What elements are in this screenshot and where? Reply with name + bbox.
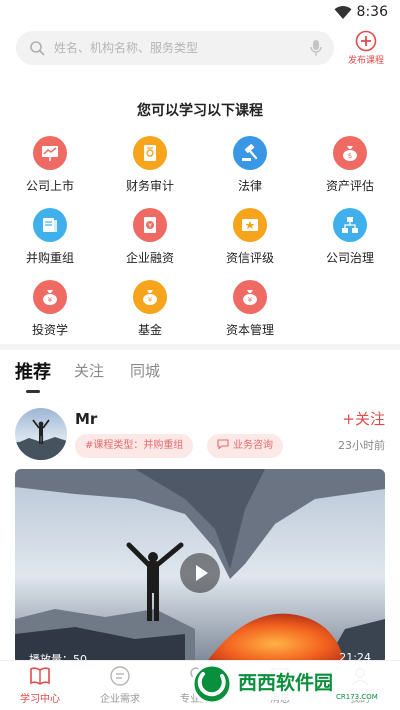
svg-text:西西软件园: 西西软件园 (238, 671, 333, 694)
active-tab-indicator (26, 390, 40, 393)
status-bar: 8:36 (0, 0, 400, 26)
category-label: 资信评级 (225, 251, 274, 265)
course-type-tag[interactable]: #课程类型：并购重组 (75, 434, 194, 458)
category-label: 并购重组 (25, 251, 74, 265)
category-credit-rating[interactable]: 资信评级 (210, 208, 290, 266)
feed-tabs: 推荐 关注 同城 (0, 356, 400, 396)
tab-nearby[interactable]: 同城 (130, 360, 160, 381)
nav-learning-center[interactable]: 学习中心 (0, 665, 80, 705)
chat-icon (217, 439, 229, 449)
category-investment[interactable]: ¥ 投资学 (10, 280, 90, 338)
investment-bag-icon: ¥ (33, 280, 67, 314)
watermark-logo: 西西软件园 CR173.COM (191, 663, 378, 705)
search-input[interactable] (54, 37, 294, 59)
category-label: 财务审计 (125, 179, 174, 193)
category-fund[interactable]: ¥ 基金 (110, 280, 190, 338)
finance-coin-icon: ¥ (133, 208, 167, 242)
money-bag-icon: $ (333, 136, 367, 170)
search-icon (30, 41, 45, 56)
wifi-icon (334, 6, 352, 19)
category-financial-audit[interactable]: 财务审计 (110, 136, 190, 194)
svg-text:CR173.COM: CR173.COM (336, 693, 378, 701)
category-label: 资本管理 (225, 323, 274, 337)
nav-enterprise-needs[interactable]: 企业需求 (80, 665, 160, 705)
chart-board-icon (33, 136, 67, 170)
microphone-icon[interactable] (310, 39, 322, 57)
consult-tag[interactable]: 业务咨询 (207, 434, 283, 458)
category-label: 公司上市 (25, 179, 74, 193)
enterprise-icon (110, 666, 130, 686)
book-icon (33, 208, 67, 242)
publish-course-label: 发布课程 (347, 56, 384, 66)
post-header: Mr #课程类型：并购重组 业务咨询 +关注 23小时前 (0, 404, 400, 464)
tab-recommended[interactable]: 推荐 (15, 358, 51, 384)
tab-following[interactable]: 关注 (74, 360, 104, 381)
svg-text:¥: ¥ (148, 222, 152, 229)
capital-bag-icon: ¥ (233, 280, 267, 314)
clock: 8:36 (356, 4, 388, 20)
svg-text:¥: ¥ (148, 296, 153, 304)
audit-document-icon (133, 136, 167, 170)
category-law[interactable]: 法律 (210, 136, 290, 194)
username[interactable]: Mr (75, 410, 97, 428)
category-corporate-financing[interactable]: ¥ 企业融资 (110, 208, 190, 266)
gavel-icon (233, 136, 267, 170)
add-circle-icon (355, 30, 377, 52)
section-title: 您可以学习以下课程 (137, 103, 263, 119)
nav-label: 企业需求 (100, 694, 140, 705)
nav-label: 学习中心 (20, 694, 60, 705)
category-label: 企业融资 (125, 251, 174, 265)
book-open-icon (30, 667, 50, 685)
category-company-listing[interactable]: 公司上市 (10, 136, 90, 194)
search-box[interactable] (16, 31, 334, 65)
category-label: 法律 (237, 179, 262, 193)
category-merger-restructuring[interactable]: 并购重组 (10, 208, 90, 266)
follow-button[interactable]: +关注 (342, 408, 385, 429)
fund-bag-icon: ¥ (133, 280, 167, 314)
rating-card-icon (233, 208, 267, 242)
consult-tag-label: 业务咨询 (233, 440, 273, 451)
publish-course-button[interactable]: 发布课程 (342, 28, 390, 70)
video-thumbnail[interactable]: 播放量：50 21:24 (15, 469, 385, 664)
category-label: 投资学 (31, 323, 68, 337)
category-label: 基金 (137, 323, 162, 337)
svg-text:$: $ (348, 152, 352, 160)
category-corporate-governance[interactable]: 公司治理 (310, 208, 390, 266)
category-label: 公司治理 (325, 251, 374, 265)
avatar[interactable] (15, 408, 67, 460)
category-label: 资产评估 (325, 179, 374, 193)
play-button[interactable] (180, 553, 220, 593)
svg-text:¥: ¥ (48, 296, 53, 304)
post-time: 23小时前 (338, 439, 385, 452)
category-capital-management[interactable]: ¥ 资本管理 (210, 280, 290, 338)
search-row: 发布课程 (0, 28, 400, 70)
category-asset-valuation[interactable]: $ 资产评估 (310, 136, 390, 194)
section-divider (0, 344, 400, 350)
svg-text:¥: ¥ (248, 296, 253, 304)
org-chart-icon (333, 208, 367, 242)
